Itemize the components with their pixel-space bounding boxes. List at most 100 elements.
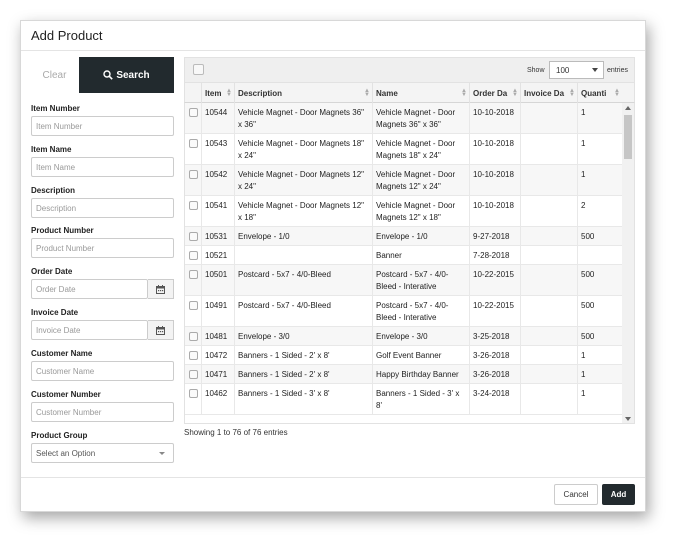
table-cell: Banner — [372, 246, 469, 264]
product-group-select[interactable]: Select an Option — [31, 443, 174, 463]
scroll-up-icon[interactable] — [625, 106, 631, 110]
product-group-label: Product Group — [31, 431, 88, 440]
table-cell: Banners - 1 Sided - 2' x 8' — [234, 346, 372, 364]
product-number-input[interactable]: Product Number — [31, 238, 174, 258]
invoice-date-input[interactable]: Invoice Date — [31, 320, 148, 340]
grid-summary: Showing 1 to 76 of 76 entries — [184, 428, 288, 437]
row-checkbox[interactable] — [189, 170, 198, 179]
table-cell: 10481 — [201, 327, 234, 345]
table-row[interactable]: 10462 Banners - 1 Sided - 3' x 8' Banners … — [185, 384, 622, 415]
row-checkbox[interactable] — [189, 301, 198, 310]
table-cell: Envelope - 3/0 — [234, 327, 372, 345]
table-cell: 3-24-2018 — [469, 384, 520, 414]
customer-number-input[interactable]: Customer Number — [31, 402, 174, 422]
row-checkbox[interactable] — [189, 139, 198, 148]
title-divider — [21, 50, 645, 51]
row-checkbox[interactable] — [189, 332, 198, 341]
table-cell: 7-28-2018 — [469, 246, 520, 264]
invoice-date-calendar-button[interactable] — [148, 320, 174, 340]
row-checkbox[interactable] — [189, 351, 198, 360]
header-checkbox-col — [185, 83, 201, 103]
search-button-label: Search — [116, 69, 150, 81]
order-date-calendar-button[interactable] — [148, 279, 174, 299]
row-checkbox[interactable] — [189, 270, 198, 279]
calendar-icon — [156, 284, 165, 294]
column-header-quanti[interactable]: Quanti ▲ ▼ — [577, 83, 622, 103]
calendar-icon — [156, 325, 165, 335]
table-row[interactable]: 10491 Postcard - 5x7 - 4/0-Bleed Postcard … — [185, 296, 622, 327]
table-cell: 10-10-2018 — [469, 165, 520, 195]
row-checkbox[interactable] — [189, 370, 198, 379]
row-checkbox[interactable] — [189, 201, 198, 210]
customer-number-label: Customer Number — [31, 390, 101, 399]
table-cell: 1 — [577, 134, 622, 164]
row-checkbox[interactable] — [189, 232, 198, 241]
column-header-order-da[interactable]: Order Da ▲ ▼ — [469, 83, 520, 103]
invoice-date-placeholder: Invoice Date — [36, 325, 81, 335]
product-group-placeholder: Select an Option — [36, 448, 96, 458]
table-row[interactable]: 10481 Envelope - 3/0 Envelope - 3/0 3-25-20… — [185, 327, 622, 346]
table-cell — [520, 296, 577, 326]
table-cell: 10531 — [201, 227, 234, 245]
description-label: Description — [31, 186, 76, 195]
column-header-invoice-da[interactable]: Invoice Da ▲ ▼ — [520, 83, 577, 103]
product-number-placeholder: Product Number — [36, 243, 95, 253]
add-button[interactable]: Add — [602, 484, 635, 505]
table-row[interactable]: 10501 Postcard - 5x7 - 4/0-Bleed Postcard … — [185, 265, 622, 296]
table-cell: 10471 — [201, 365, 234, 383]
customer-name-placeholder: Customer Name — [36, 366, 95, 376]
table-cell: 3-25-2018 — [469, 327, 520, 345]
table-cell: 10543 — [201, 134, 234, 164]
table-row[interactable]: 10472 Banners - 1 Sided - 2' x 8' Golf Eve… — [185, 346, 622, 365]
item-name-input[interactable]: Item Name — [31, 157, 174, 177]
table-cell — [520, 227, 577, 245]
item-number-label: Item Number — [31, 104, 80, 113]
scroll-thumb[interactable] — [624, 115, 632, 159]
order-date-input[interactable]: Order Date — [31, 279, 148, 299]
row-checkbox[interactable] — [189, 389, 198, 398]
table-row[interactable]: 10531 Envelope - 1/0 Envelope - 1/0 9-27-20… — [185, 227, 622, 246]
table-cell: Vehicle Magnet - Door Magnets 18" x 24" — [234, 134, 372, 164]
table-row[interactable]: 10544 Vehicle Magnet - Door Magnets 36" x… — [185, 103, 622, 134]
row-checkbox[interactable] — [189, 251, 198, 260]
table-cell: 1 — [577, 346, 622, 364]
description-input[interactable]: Description — [31, 198, 174, 218]
column-header-label: Invoice Da — [524, 88, 565, 98]
page-size-select[interactable]: 100 — [549, 61, 604, 79]
clear-button[interactable]: Clear — [31, 57, 78, 93]
cancel-button[interactable]: Cancel — [554, 484, 598, 505]
table-cell — [520, 384, 577, 414]
table-cell: 500 — [577, 296, 622, 326]
table-cell — [520, 246, 577, 264]
grid-toolbar: Show 100 entries — [184, 57, 635, 83]
table-cell: 9-27-2018 — [469, 227, 520, 245]
select-all-checkbox[interactable] — [193, 64, 204, 75]
customer-name-input[interactable]: Customer Name — [31, 361, 174, 381]
invoice-date-label: Invoice Date — [31, 308, 79, 317]
scroll-down-icon[interactable] — [625, 417, 631, 421]
table-cell: 10-10-2018 — [469, 134, 520, 164]
item-number-input[interactable]: Item Number — [31, 116, 174, 136]
column-header-label: Name — [376, 88, 398, 98]
table-cell: 10-22-2015 — [469, 296, 520, 326]
search-button[interactable]: Search — [79, 57, 174, 93]
vertical-scrollbar[interactable] — [622, 103, 634, 423]
table-cell: 10541 — [201, 196, 234, 226]
column-header-item[interactable]: Item ▲ ▼ — [201, 83, 234, 103]
table-row[interactable]: 10542 Vehicle Magnet - Door Magnets 12" x… — [185, 165, 622, 196]
table-row[interactable]: 10541 Vehicle Magnet - Door Magnets 12" x… — [185, 196, 622, 227]
table-row[interactable]: 10471 Banners - 1 Sided - 2' x 8' Happy Bi… — [185, 365, 622, 384]
table-row[interactable]: 10543 Vehicle Magnet - Door Magnets 18" x… — [185, 134, 622, 165]
product-number-label: Product Number — [31, 226, 94, 235]
table-cell: 10462 — [201, 384, 234, 414]
row-checkbox[interactable] — [189, 108, 198, 117]
table-cell: 3-26-2018 — [469, 365, 520, 383]
table-cell: 10542 — [201, 165, 234, 195]
table-cell: 10-22-2015 — [469, 265, 520, 295]
item-number-placeholder: Item Number — [36, 121, 83, 131]
sort-icon: ▲ ▼ — [512, 88, 518, 98]
column-header-name[interactable]: Name ▲ ▼ — [372, 83, 469, 103]
column-header-label: Order Da — [473, 88, 508, 98]
column-header-description[interactable]: Description ▲ ▼ — [234, 83, 372, 103]
table-row[interactable]: 10521 Banner 7-28-2018 — [185, 246, 622, 265]
